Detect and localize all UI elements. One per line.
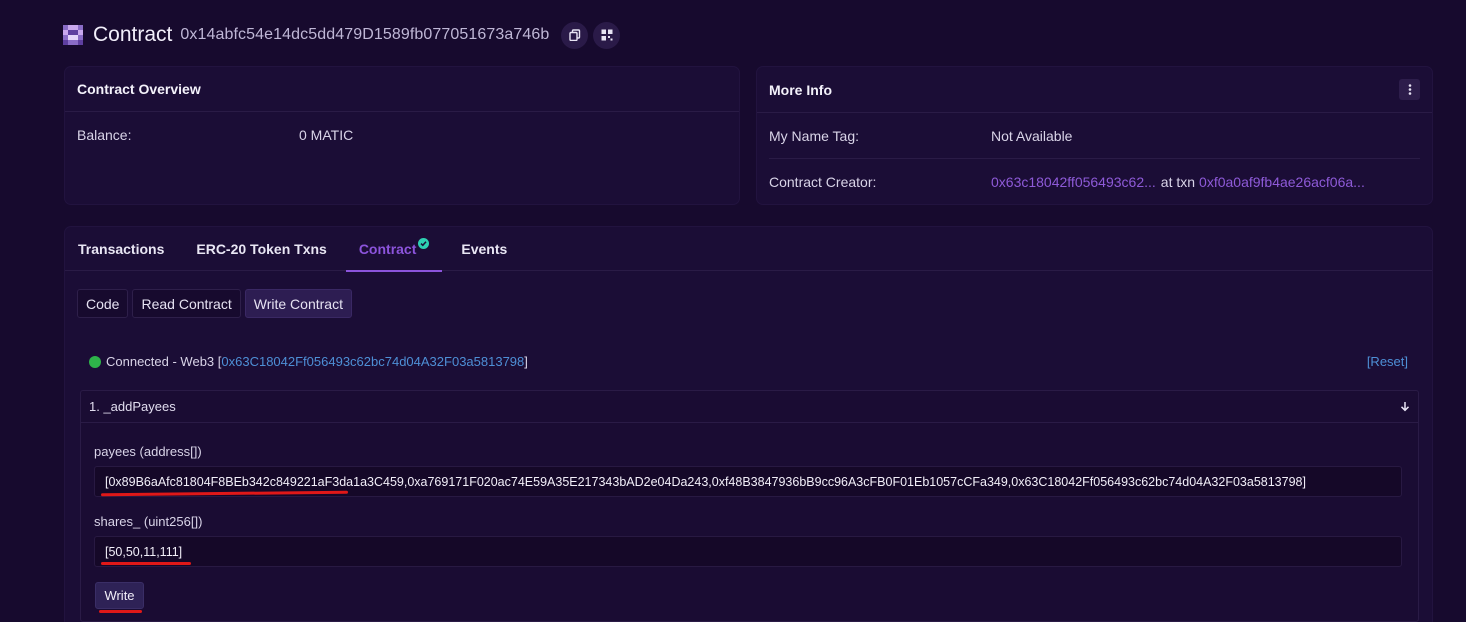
name-tag-label: My Name Tag: bbox=[769, 128, 859, 144]
qr-code-icon bbox=[601, 29, 613, 41]
name-tag-row: My Name Tag: Not Available bbox=[769, 128, 1072, 144]
creator-address-link[interactable]: 0x63c18042ff056493c62... bbox=[991, 174, 1156, 190]
subtab-write-contract-label: Write Contract bbox=[253, 295, 343, 312]
subtab-code[interactable]: Code bbox=[77, 289, 129, 318]
arrow-down-icon bbox=[1400, 402, 1410, 412]
method-header[interactable]: 1. _addPayees bbox=[81, 391, 1418, 423]
tab-contract[interactable]: Contract bbox=[345, 227, 443, 272]
write-button[interactable]: Write bbox=[95, 582, 144, 609]
contract-creator-label: Contract Creator: bbox=[769, 174, 877, 190]
subtab-write-contract[interactable]: Write Contract bbox=[244, 289, 352, 318]
connection-close-bracket: ] bbox=[524, 354, 528, 369]
tab-transactions[interactable]: Transactions bbox=[65, 227, 177, 271]
verified-check-icon bbox=[418, 237, 430, 249]
tab-erc20-token-txns[interactable]: ERC-20 Token Txns bbox=[183, 227, 339, 271]
tab-bar: Transactions ERC-20 Token Txns Contract … bbox=[65, 227, 1432, 272]
page-header: Contract 0x14abfc54e14dc5dd479D1589fb077… bbox=[63, 20, 625, 50]
tab-events[interactable]: Events bbox=[448, 227, 520, 271]
copy-address-button[interactable] bbox=[561, 21, 589, 49]
red-underline-annotation bbox=[99, 610, 142, 613]
payees-value: [0x89B6aAfc81804F8BEb342c849221aF3da1a3C… bbox=[105, 474, 1306, 489]
vertical-dots-icon bbox=[1408, 84, 1411, 95]
qr-code-button[interactable] bbox=[593, 21, 621, 49]
subtab-read-contract[interactable]: Read Contract bbox=[132, 289, 241, 318]
reset-link[interactable]: [Reset] bbox=[1367, 354, 1408, 369]
contract-overview-card: Contract Overview Balance: 0 MATIC bbox=[65, 67, 739, 204]
connected-address-link[interactable]: 0x63C18042Ff056493c62bc74d04A32F03a58137… bbox=[221, 354, 524, 369]
contract-avatar-icon bbox=[63, 25, 83, 45]
method-accordion: 1. _addPayees payees (address[]) [0x89B6… bbox=[80, 390, 1419, 622]
more-options-button[interactable] bbox=[1399, 79, 1420, 100]
shares-label: shares_ (uint256[]) bbox=[94, 514, 203, 529]
tab-transactions-label: Transactions bbox=[78, 241, 165, 257]
copy-icon bbox=[569, 29, 581, 41]
balance-value: 0 MATIC bbox=[299, 127, 354, 143]
more-info-header: More Info bbox=[757, 67, 1432, 113]
balance-row: Balance: 0 MATIC bbox=[77, 127, 353, 143]
connected-status-icon bbox=[89, 355, 101, 368]
shares-value: [50,50,11,111] bbox=[105, 544, 183, 559]
more-info-card: More Info My Name Tag: Not Available Con… bbox=[757, 67, 1432, 204]
at-txn-text: at txn bbox=[1160, 174, 1196, 190]
contract-overview-title: Contract Overview bbox=[77, 81, 201, 97]
payees-label: payees (address[]) bbox=[94, 444, 202, 459]
tab-events-label: Events bbox=[461, 241, 508, 257]
page-title: Contract bbox=[93, 23, 173, 46]
method-name: 1. _addPayees bbox=[89, 399, 176, 414]
contract-subtabs: Code Read Contract Write Contract bbox=[77, 289, 356, 318]
contract-overview-header: Contract Overview bbox=[65, 67, 739, 112]
shares-input[interactable]: [50,50,11,111] bbox=[94, 536, 1402, 567]
connection-text: Connected - Web3 [ bbox=[106, 354, 222, 369]
write-button-label: Write bbox=[104, 588, 135, 603]
balance-label: Balance: bbox=[77, 127, 132, 143]
divider bbox=[769, 158, 1420, 159]
connection-status: Connected - Web3 [ 0x63C18042Ff056493c62… bbox=[89, 354, 528, 369]
contract-creator-row: Contract Creator: 0x63c18042ff056493c62.… bbox=[769, 174, 1365, 190]
red-underline-annotation bbox=[101, 562, 191, 565]
tab-contract-label: Contract bbox=[358, 241, 417, 257]
creator-txn-link[interactable]: 0xf0a0af9fb4ae26acf06a... bbox=[1199, 174, 1365, 190]
tab-erc20-label: ERC-20 Token Txns bbox=[196, 241, 327, 257]
subtab-code-label: Code bbox=[86, 295, 120, 312]
more-info-title: More Info bbox=[769, 81, 832, 98]
contract-address: 0x14abfc54e14dc5dd479D1589fb077051673a74… bbox=[180, 26, 550, 43]
subtab-read-contract-label: Read Contract bbox=[141, 295, 232, 312]
name-tag-value: Not Available bbox=[991, 128, 1073, 144]
